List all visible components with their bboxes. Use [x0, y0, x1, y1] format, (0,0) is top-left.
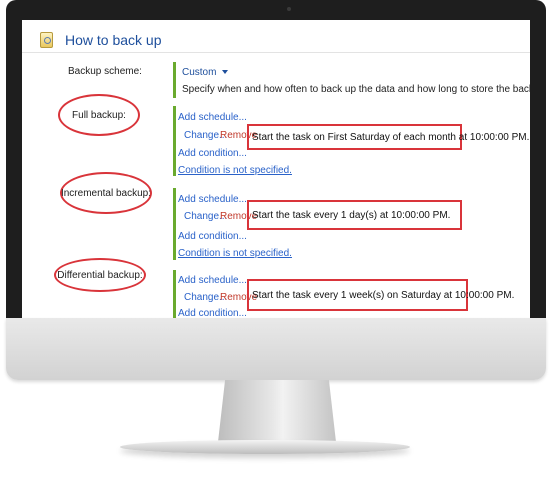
full-add-condition-link[interactable]: Add condition...	[178, 148, 247, 159]
full-add-schedule-link[interactable]: Add schedule...	[178, 112, 247, 123]
window-header: How to back up	[22, 20, 530, 53]
backup-app-icon	[40, 32, 53, 48]
differential-accent-bar	[173, 270, 176, 319]
backup-scheme-label: Backup scheme:	[68, 66, 142, 77]
incremental-task-schedule: Start the task every 1 day(s) at 10:00:0…	[247, 200, 462, 230]
incremental-backup-label: Incremental backup:	[60, 172, 152, 214]
scheme-dropdown[interactable]: Custom	[182, 67, 229, 78]
scheme-description: Specify when and how often to back up th…	[182, 84, 530, 95]
differential-task-schedule: Start the task every 1 week(s) on Saturd…	[247, 279, 514, 311]
incremental-condition-status-link[interactable]: Condition is not specified.	[178, 248, 292, 259]
incremental-add-schedule-link[interactable]: Add schedule...	[178, 194, 247, 205]
monitor-chin	[6, 318, 546, 380]
differential-add-schedule-link[interactable]: Add schedule...	[178, 275, 247, 286]
full-backup-accent-bar	[173, 106, 176, 176]
monitor-stand-neck	[218, 380, 336, 442]
differential-backup-label: Differential backup:	[54, 258, 146, 292]
camera	[287, 7, 291, 11]
incremental-accent-bar	[173, 188, 176, 260]
full-task-schedule: Start the task on First Saturday of each…	[247, 124, 529, 150]
chevron-down-icon	[222, 70, 229, 75]
full-backup-label: Full backup:	[58, 94, 140, 136]
scheme-value: Custom	[182, 67, 217, 78]
monitor-stand-base	[120, 440, 410, 454]
scheme-accent-bar	[173, 62, 176, 98]
window-title: How to back up	[65, 32, 162, 48]
incremental-add-condition-link[interactable]: Add condition...	[178, 231, 247, 242]
screen: How to back up Backup scheme: Custom Spe…	[22, 20, 530, 319]
full-condition-status-link[interactable]: Condition is not specified.	[178, 165, 292, 176]
